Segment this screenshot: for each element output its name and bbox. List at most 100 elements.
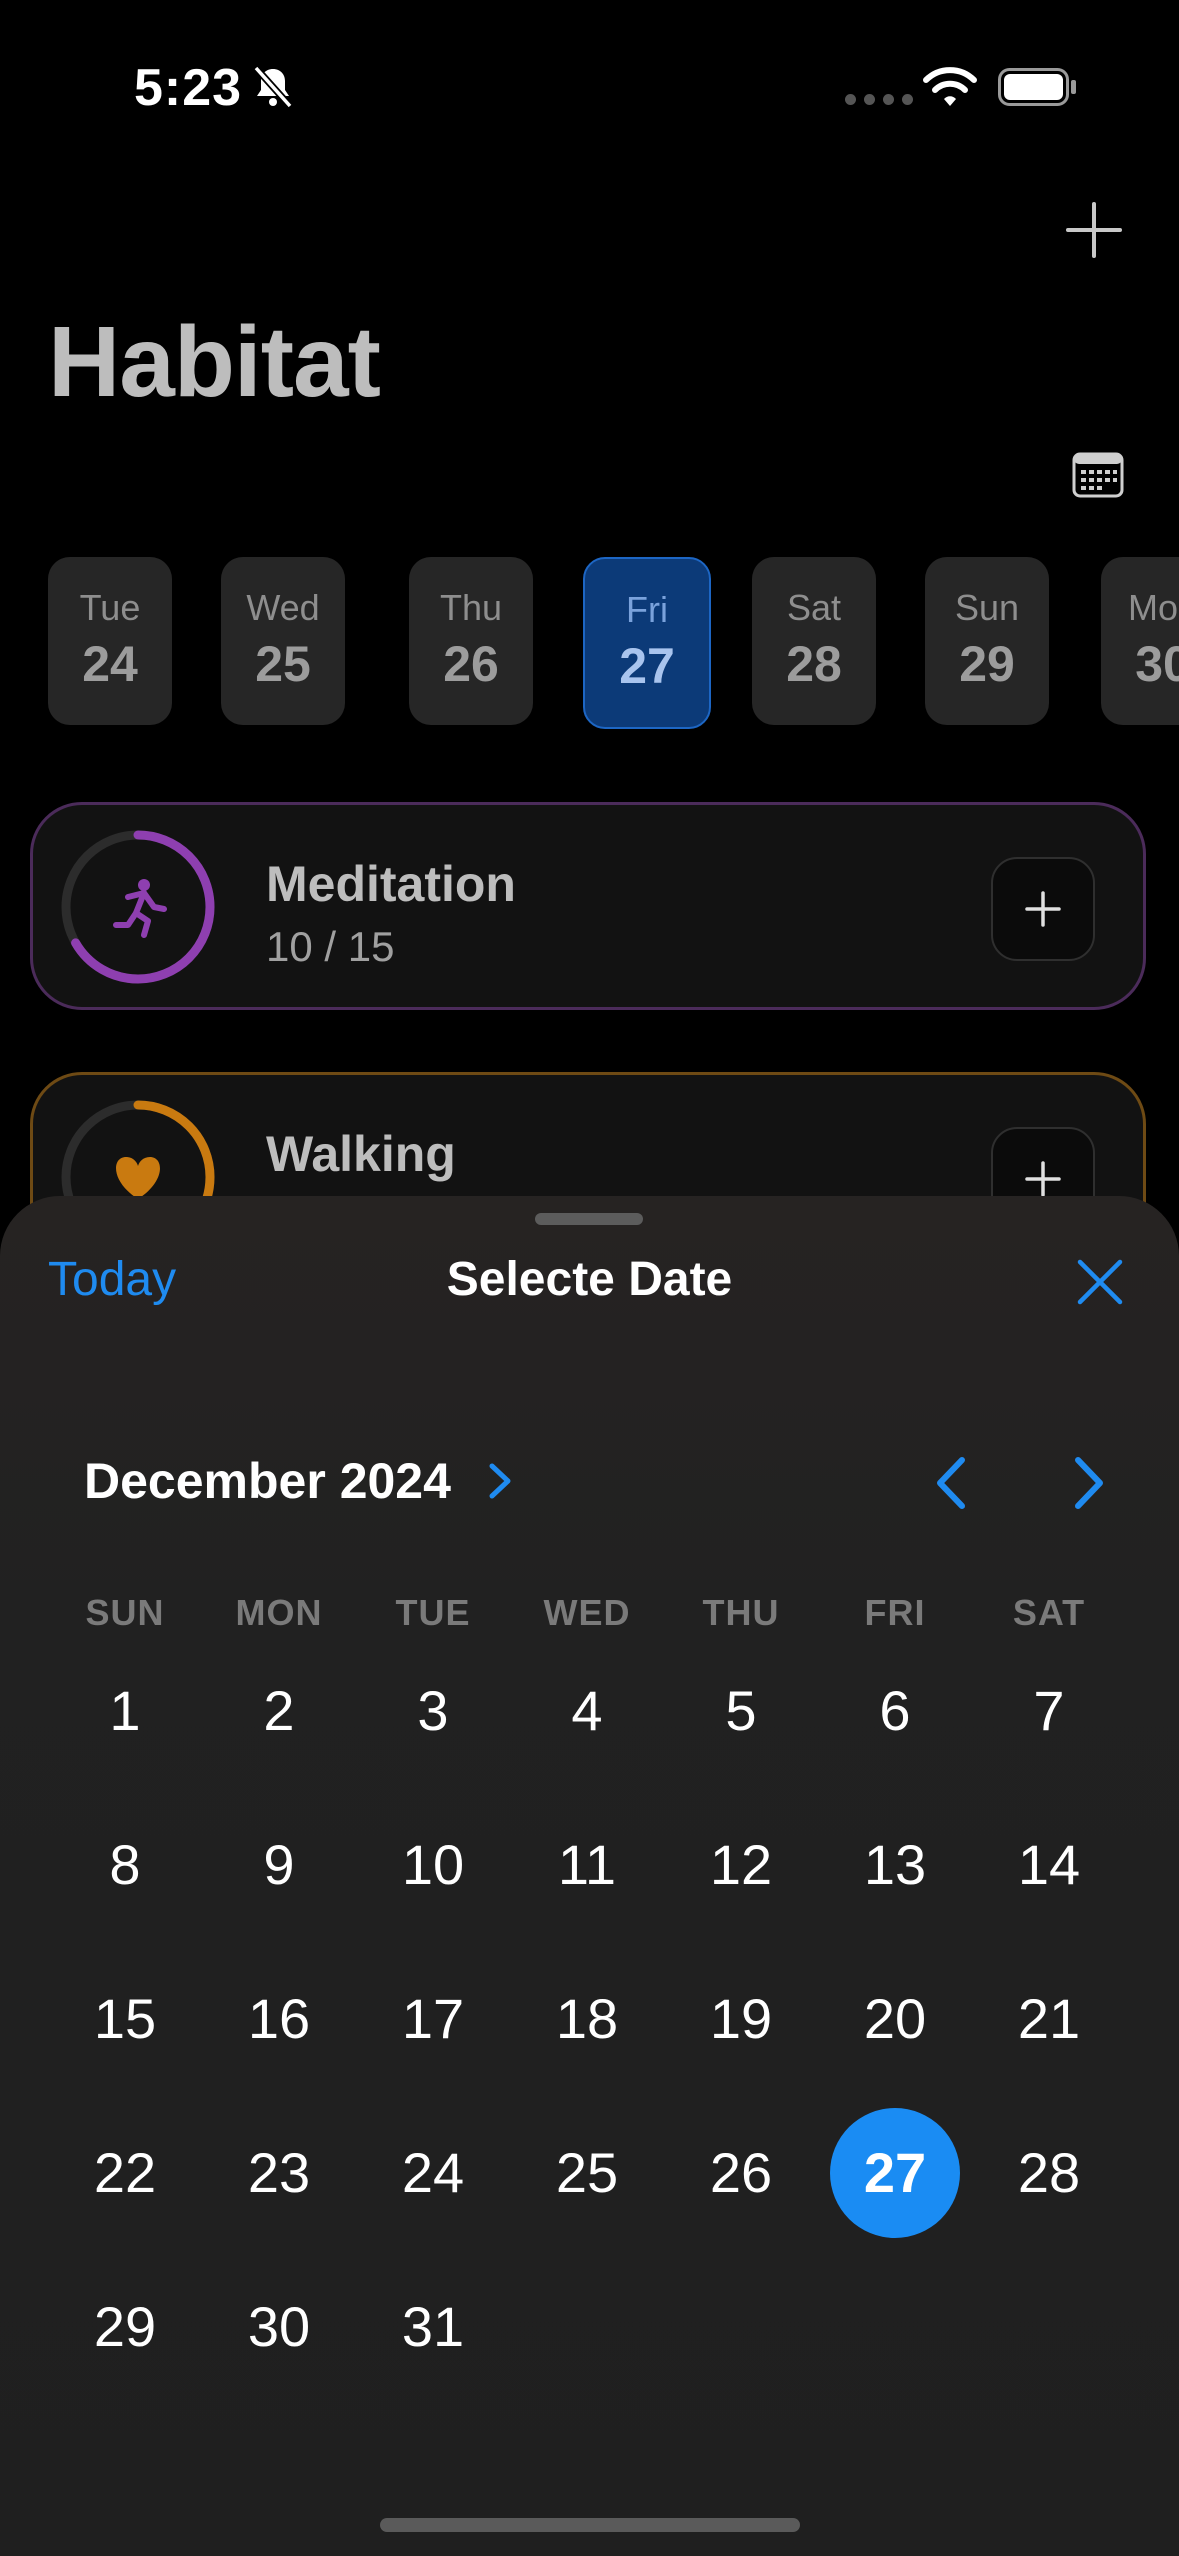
date-number: 31 bbox=[401, 2295, 465, 2358]
calendar-date[interactable]: 20 bbox=[818, 1951, 972, 2087]
day-name: Wed bbox=[246, 587, 320, 628]
calendar-date[interactable]: 8 bbox=[48, 1797, 202, 1933]
next-month-icon[interactable] bbox=[1062, 1452, 1114, 1514]
date-number: 14 bbox=[1017, 1833, 1081, 1896]
calendar-date[interactable]: 2 bbox=[202, 1643, 356, 1779]
weekday-header: TUE bbox=[395, 1592, 471, 1633]
add-habit-icon[interactable] bbox=[1062, 198, 1126, 262]
calendar-date[interactable]: 24 bbox=[356, 2105, 510, 2241]
calendar-date[interactable]: 22 bbox=[48, 2105, 202, 2241]
calendar-date[interactable]: 9 bbox=[202, 1797, 356, 1933]
habit-name: Walking bbox=[266, 1126, 456, 1182]
day-name: Thu bbox=[439, 587, 503, 628]
plus-icon bbox=[1025, 1161, 1061, 1197]
habit-name: Meditation bbox=[266, 856, 516, 912]
day-number: 25 bbox=[255, 636, 311, 692]
day-chip[interactable]: Sun 29 bbox=[925, 557, 1049, 725]
date-number: 23 bbox=[247, 2141, 311, 2204]
page-title: Habitat bbox=[48, 306, 381, 418]
increment-button[interactable] bbox=[991, 857, 1095, 961]
calendar-date-selected[interactable]: 27 bbox=[818, 2105, 972, 2241]
calendar-date[interactable]: 19 bbox=[664, 1951, 818, 2087]
habit-card[interactable]: Meditation 10 / 15 bbox=[30, 802, 1146, 1010]
day-number: 24 bbox=[82, 636, 138, 692]
calendar-date[interactable]: 31 bbox=[356, 2259, 510, 2395]
date-number: 24 bbox=[401, 2141, 465, 2204]
weekday-header: FRI bbox=[864, 1592, 926, 1633]
date-picker-sheet: Today Selecte Date December 2024 SUN MON T… bbox=[0, 1196, 1179, 2556]
calendar-date[interactable]: 1 bbox=[48, 1643, 202, 1779]
weekday-header: THU bbox=[702, 1592, 780, 1633]
habit-count: 10 / 15 bbox=[266, 923, 395, 970]
heart-icon bbox=[116, 1157, 160, 1199]
calendar-date[interactable]: 18 bbox=[510, 1951, 664, 2087]
calendar-date[interactable]: 14 bbox=[972, 1797, 1126, 1933]
date-number: 30 bbox=[247, 2295, 311, 2358]
weekday-header: WED bbox=[543, 1592, 631, 1633]
chevron-right-icon[interactable] bbox=[484, 1458, 516, 1504]
date-number: 13 bbox=[863, 1833, 927, 1896]
calendar-date[interactable]: 15 bbox=[48, 1951, 202, 2087]
day-number: 26 bbox=[443, 636, 499, 692]
calendar-date[interactable]: 17 bbox=[356, 1951, 510, 2087]
day-number: 29 bbox=[959, 636, 1015, 692]
calendar-date[interactable]: 26 bbox=[664, 2105, 818, 2241]
calendar-date[interactable]: 12 bbox=[664, 1797, 818, 1933]
date-number: 16 bbox=[247, 1987, 311, 2050]
day-name: Fri bbox=[626, 589, 668, 630]
close-icon[interactable] bbox=[1072, 1254, 1128, 1310]
home-indicator bbox=[380, 2518, 800, 2532]
running-icon bbox=[113, 879, 167, 938]
day-chip-selected[interactable]: Fri 27 bbox=[583, 557, 711, 729]
date-number: 2 bbox=[263, 1679, 295, 1742]
calendar-date[interactable]: 6 bbox=[818, 1643, 972, 1779]
calendar-date[interactable]: 4 bbox=[510, 1643, 664, 1779]
weekday-header: MON bbox=[235, 1592, 323, 1633]
day-chip[interactable]: Mon 30 bbox=[1101, 557, 1179, 725]
month-year-label[interactable]: December 2024 bbox=[84, 1452, 451, 1510]
calendar-date[interactable]: 28 bbox=[972, 2105, 1126, 2241]
date-number: 27 bbox=[863, 2141, 927, 2204]
calendar-date[interactable]: 21 bbox=[972, 1951, 1126, 2087]
day-chip[interactable]: Thu 26 bbox=[409, 557, 533, 725]
day-chip[interactable]: Tue 24 bbox=[48, 557, 172, 725]
date-number: 28 bbox=[1017, 2141, 1081, 2204]
date-number: 1 bbox=[109, 1679, 141, 1742]
previous-month-icon[interactable] bbox=[926, 1452, 978, 1514]
date-number: 12 bbox=[709, 1833, 773, 1896]
calendar-date[interactable]: 29 bbox=[48, 2259, 202, 2395]
day-chip[interactable]: Wed 25 bbox=[221, 557, 345, 725]
calendar-date[interactable]: 7 bbox=[972, 1643, 1126, 1779]
date-number: 15 bbox=[93, 1987, 157, 2050]
date-number: 5 bbox=[725, 1679, 757, 1742]
calendar-icon[interactable] bbox=[1072, 452, 1124, 498]
calendar-date[interactable]: 23 bbox=[202, 2105, 356, 2241]
date-number: 3 bbox=[417, 1679, 449, 1742]
calendar-date[interactable]: 5 bbox=[664, 1643, 818, 1779]
calendar-date[interactable]: 10 bbox=[356, 1797, 510, 1933]
date-number: 6 bbox=[879, 1679, 911, 1742]
day-chip[interactable]: Sat 28 bbox=[752, 557, 876, 725]
date-number: 9 bbox=[263, 1833, 295, 1896]
sheet-title: Selecte Date bbox=[446, 1253, 733, 1306]
date-number: 25 bbox=[555, 2141, 619, 2204]
calendar-date[interactable]: 30 bbox=[202, 2259, 356, 2395]
calendar-date[interactable]: 11 bbox=[510, 1797, 664, 1933]
calendar-date[interactable]: 3 bbox=[356, 1643, 510, 1779]
progress-ring bbox=[61, 830, 215, 984]
calendar-date[interactable]: 25 bbox=[510, 2105, 664, 2241]
day-name: Tue bbox=[79, 587, 141, 628]
day-name: Sun bbox=[954, 587, 1020, 628]
date-number: 29 bbox=[93, 2295, 157, 2358]
weekday-header: SAT bbox=[1012, 1592, 1086, 1633]
status-time: 5:23 bbox=[134, 59, 243, 117]
day-number: 30 bbox=[1135, 636, 1179, 692]
calendar-date[interactable]: 13 bbox=[818, 1797, 972, 1933]
day-name: Sat bbox=[786, 587, 842, 628]
date-number: 17 bbox=[401, 1987, 465, 2050]
date-number: 7 bbox=[1033, 1679, 1065, 1742]
date-number: 20 bbox=[863, 1987, 927, 2050]
sheet-grabber[interactable] bbox=[535, 1213, 643, 1225]
calendar-date[interactable]: 16 bbox=[202, 1951, 356, 2087]
weekday-header: SUN bbox=[85, 1592, 165, 1633]
